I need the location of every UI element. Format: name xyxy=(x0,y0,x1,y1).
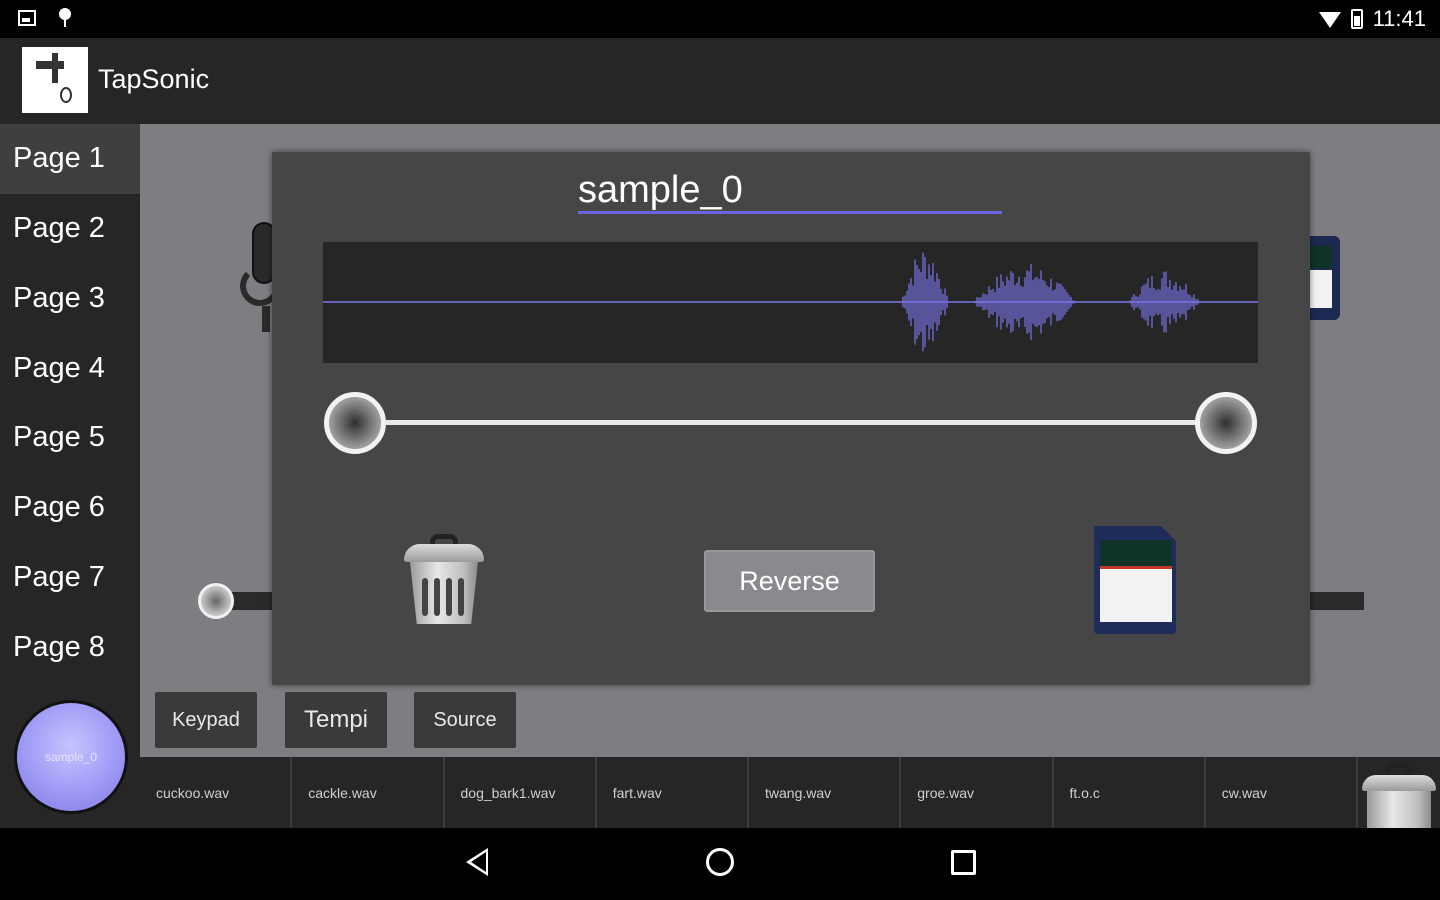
sample-name-input[interactable] xyxy=(578,170,1002,214)
sidebar-item-page-1[interactable]: Page 1 xyxy=(0,124,140,194)
waveform-graphic xyxy=(323,252,1258,352)
sidebar-item-page-3[interactable]: Page 3 xyxy=(0,264,140,334)
waveform-display xyxy=(323,242,1258,363)
delete-trash-icon[interactable] xyxy=(402,532,486,628)
edit-sample-dialog: Reverse xyxy=(272,152,1310,685)
status-bar: 11:41 xyxy=(0,0,1440,38)
system-nav-bar xyxy=(0,828,1440,900)
home-icon[interactable] xyxy=(706,848,734,876)
file-item[interactable]: cw.wav xyxy=(1206,757,1358,828)
battery-icon xyxy=(1350,9,1363,29)
back-icon[interactable] xyxy=(466,848,488,876)
tempi-button[interactable]: Tempi xyxy=(285,692,387,748)
keypad-button[interactable]: Keypad xyxy=(155,692,257,748)
wifi-icon xyxy=(1318,12,1341,28)
page-sidebar: Page 1 Page 2 Page 3 Page 4 Page 5 Page … xyxy=(0,124,140,686)
sidebar-item-page-4[interactable]: Page 4 xyxy=(0,333,140,403)
sd-card-icon[interactable] xyxy=(1308,236,1340,320)
background-slider-thumb[interactable] xyxy=(198,583,234,619)
app-title: TapSonic xyxy=(98,64,210,94)
action-bar: TapSonic xyxy=(0,38,1440,124)
trash-icon[interactable] xyxy=(1358,757,1440,828)
sample-pad-button[interactable]: sample_0 xyxy=(14,700,128,814)
file-list: cuckoo.wav cackle.wav dog_bark1.wav fart… xyxy=(140,757,1358,828)
file-item[interactable]: cuckoo.wav xyxy=(140,757,293,828)
sidebar-item-page-5[interactable]: Page 5 xyxy=(0,403,140,473)
sample-pad-label: sample_0 xyxy=(44,750,98,764)
file-item[interactable]: groe.wav xyxy=(901,757,1054,828)
app-logo-icon[interactable] xyxy=(22,47,88,113)
file-item[interactable]: fart.wav xyxy=(597,757,749,828)
recents-icon[interactable] xyxy=(951,850,976,875)
file-item[interactable]: cackle.wav xyxy=(292,757,445,828)
background-slider-track-right xyxy=(1310,592,1364,610)
sidebar-item-page-6[interactable]: Page 6 xyxy=(0,473,140,543)
location-pin-icon xyxy=(58,8,72,28)
sidebar-item-page-8[interactable]: Page 8 xyxy=(0,612,140,682)
file-item[interactable]: dog_bark1.wav xyxy=(445,757,597,828)
image-notification-icon xyxy=(18,10,36,26)
sidebar-item-page-2[interactable]: Page 2 xyxy=(0,194,140,264)
background-slider-track xyxy=(230,592,272,610)
status-time: 11:41 xyxy=(1372,6,1426,31)
file-item[interactable]: ft.o.c xyxy=(1054,757,1206,828)
sidebar-item-page-7[interactable]: Page 7 xyxy=(0,543,140,613)
save-sd-card-icon[interactable] xyxy=(1094,526,1176,634)
source-button[interactable]: Source xyxy=(414,692,516,748)
trim-end-thumb[interactable] xyxy=(1195,392,1257,454)
microphone-icon[interactable] xyxy=(240,222,280,332)
trim-range-track xyxy=(352,420,1227,425)
trim-start-thumb[interactable] xyxy=(324,392,386,454)
reverse-button[interactable]: Reverse xyxy=(704,550,875,612)
file-item[interactable]: twang.wav xyxy=(749,757,902,828)
